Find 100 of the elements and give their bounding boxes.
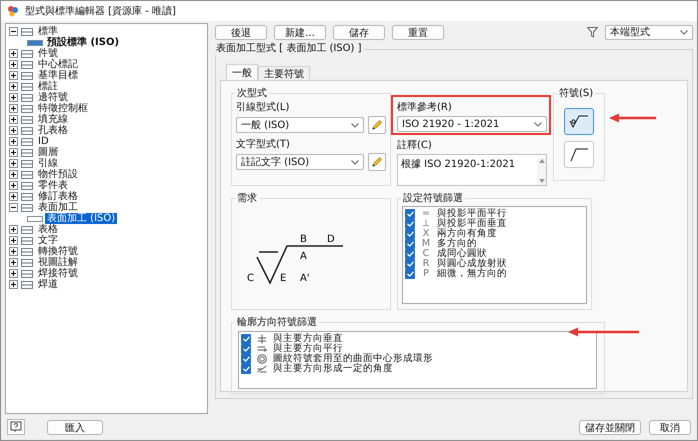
- style-dropdown[interactable]: 註記文字 (ISO): [236, 154, 364, 170]
- expand-icon[interactable]: [9, 93, 18, 102]
- edit-button[interactable]: [368, 153, 386, 171]
- tree-item[interactable]: 修訂表格: [36, 191, 80, 202]
- save-close-button[interactable]: 儲存並關閉: [579, 420, 641, 434]
- tree-item[interactable]: 圖層: [36, 147, 60, 158]
- expand-icon[interactable]: [9, 170, 18, 179]
- style-icon: [20, 58, 34, 70]
- standard-dropdown[interactable]: ISO 21920 - 1:2021: [397, 116, 547, 132]
- checkbox[interactable]: [241, 334, 251, 344]
- expand-icon[interactable]: [9, 159, 18, 168]
- checkbox[interactable]: [405, 259, 415, 269]
- tree-item[interactable]: 焊道: [36, 279, 60, 290]
- list-item-label: 與主要方向垂直: [273, 334, 343, 344]
- checkbox[interactable]: [241, 364, 251, 374]
- style-icon: [20, 190, 34, 202]
- chevron-icon: [534, 122, 542, 126]
- import-button[interactable]: 匯入: [47, 420, 103, 434]
- list-item-label: 兩方向有角度: [437, 229, 497, 239]
- group-title: 輪廓方向符號篩選: [235, 317, 319, 329]
- scrollbar[interactable]: [537, 157, 546, 185]
- checkbox[interactable]: [405, 209, 415, 219]
- expand-icon[interactable]: [9, 192, 18, 201]
- tree-item[interactable]: 件號: [36, 48, 60, 59]
- checkbox[interactable]: [241, 344, 251, 354]
- tree-item[interactable]: 視圖註解: [36, 257, 80, 268]
- tree-item[interactable]: 基準目標: [36, 70, 80, 81]
- expand-icon[interactable]: [9, 258, 18, 267]
- lay-symbol: R: [422, 259, 430, 269]
- checkbox[interactable]: [405, 219, 415, 229]
- expand-icon[interactable]: [9, 104, 18, 113]
- checkbox[interactable]: [405, 269, 415, 279]
- expand-icon[interactable]: [9, 49, 18, 58]
- tab[interactable]: 一般: [226, 64, 258, 80]
- checkbox[interactable]: [405, 239, 415, 249]
- collapse-icon[interactable]: [9, 203, 18, 212]
- toolbar-button[interactable]: 新建...: [274, 24, 326, 40]
- expand-icon[interactable]: [9, 269, 18, 278]
- group-title: 需求: [235, 193, 259, 205]
- expand-icon[interactable]: [9, 137, 18, 146]
- help-button[interactable]: [7, 419, 25, 435]
- tree-item[interactable]: 表面加工: [36, 202, 80, 213]
- checkbox[interactable]: [405, 229, 415, 239]
- tree-item[interactable]: 標準: [36, 26, 60, 37]
- expand-icon[interactable]: [9, 126, 18, 135]
- expand-icon[interactable]: [9, 225, 18, 234]
- style-icon: [20, 180, 34, 192]
- expand-icon[interactable]: [9, 148, 18, 157]
- tree-item[interactable]: 引線: [36, 158, 60, 169]
- expand-icon[interactable]: [9, 71, 18, 80]
- checkbox[interactable]: [405, 249, 415, 259]
- expand-icon[interactable]: [9, 60, 18, 69]
- tree-item[interactable]: 標註: [36, 81, 60, 92]
- tree-item[interactable]: 轉換符號: [36, 246, 80, 257]
- symbol-button[interactable]: [564, 108, 594, 135]
- style-dropdown[interactable]: 一般 (ISO): [236, 117, 364, 133]
- symbol-button[interactable]: [564, 141, 594, 168]
- tree-item[interactable]: 文字: [36, 235, 60, 246]
- style-icon: [20, 246, 34, 258]
- edit-button[interactable]: [368, 116, 386, 134]
- group-title: 設定符號篩選: [401, 193, 465, 205]
- tree-item[interactable]: 物件預設: [36, 169, 80, 180]
- tree-item[interactable]: 表面加工 (ISO): [45, 213, 118, 224]
- expand-icon[interactable]: [9, 82, 18, 91]
- checkbox[interactable]: [241, 354, 251, 364]
- tree-item[interactable]: 表格: [36, 224, 60, 235]
- filter-icon[interactable]: [587, 26, 598, 38]
- chevron-icon: [351, 160, 359, 164]
- tree-item[interactable]: 特徵控制框: [36, 103, 90, 114]
- style-icon: [20, 158, 34, 170]
- toolbar-button[interactable]: 儲存: [333, 24, 385, 40]
- list-item-label: 圖紋符號套用至的曲面中心形成環形: [273, 354, 433, 364]
- filter-dropdown[interactable]: 本端型式: [605, 24, 693, 40]
- concentric-circles-icon: [257, 354, 267, 364]
- angle-icon: [257, 364, 267, 374]
- toolbar-button[interactable]: 重置: [392, 24, 444, 40]
- expand-icon[interactable]: [9, 280, 18, 289]
- expand-icon[interactable]: [9, 236, 18, 245]
- expand-icon[interactable]: [9, 247, 18, 256]
- toolbar-button[interactable]: 後退: [215, 24, 267, 40]
- expand-icon[interactable]: [9, 115, 18, 124]
- tree-item[interactable]: 中心標記: [36, 59, 80, 70]
- tree-item[interactable]: 孔表格: [36, 125, 70, 136]
- style-icon: [20, 146, 34, 158]
- list-item-label: 細微，無方向的: [437, 269, 507, 279]
- cancel-button[interactable]: 取消: [649, 420, 691, 434]
- collapse-icon[interactable]: [9, 27, 18, 36]
- list-item-label: 與投影平面垂直: [437, 219, 507, 229]
- expand-icon[interactable]: [9, 181, 18, 190]
- tree-item[interactable]: ID: [36, 136, 51, 147]
- tree-item[interactable]: 焊接符號: [36, 268, 80, 279]
- scroll-down-icon[interactable]: [538, 179, 544, 183]
- tree-item[interactable]: 預設標準 (ISO): [45, 37, 122, 48]
- scroll-up-icon[interactable]: [538, 159, 544, 163]
- chevron-icon: [351, 122, 359, 128]
- tree-item[interactable]: 邊符號: [36, 92, 70, 103]
- tree-item[interactable]: 零件表: [36, 180, 70, 191]
- tab[interactable]: 主要符號: [258, 66, 310, 80]
- comment-field[interactable]: 根據 ISO 21920-1:2021: [397, 154, 547, 186]
- tree-item[interactable]: 填充線: [36, 114, 70, 125]
